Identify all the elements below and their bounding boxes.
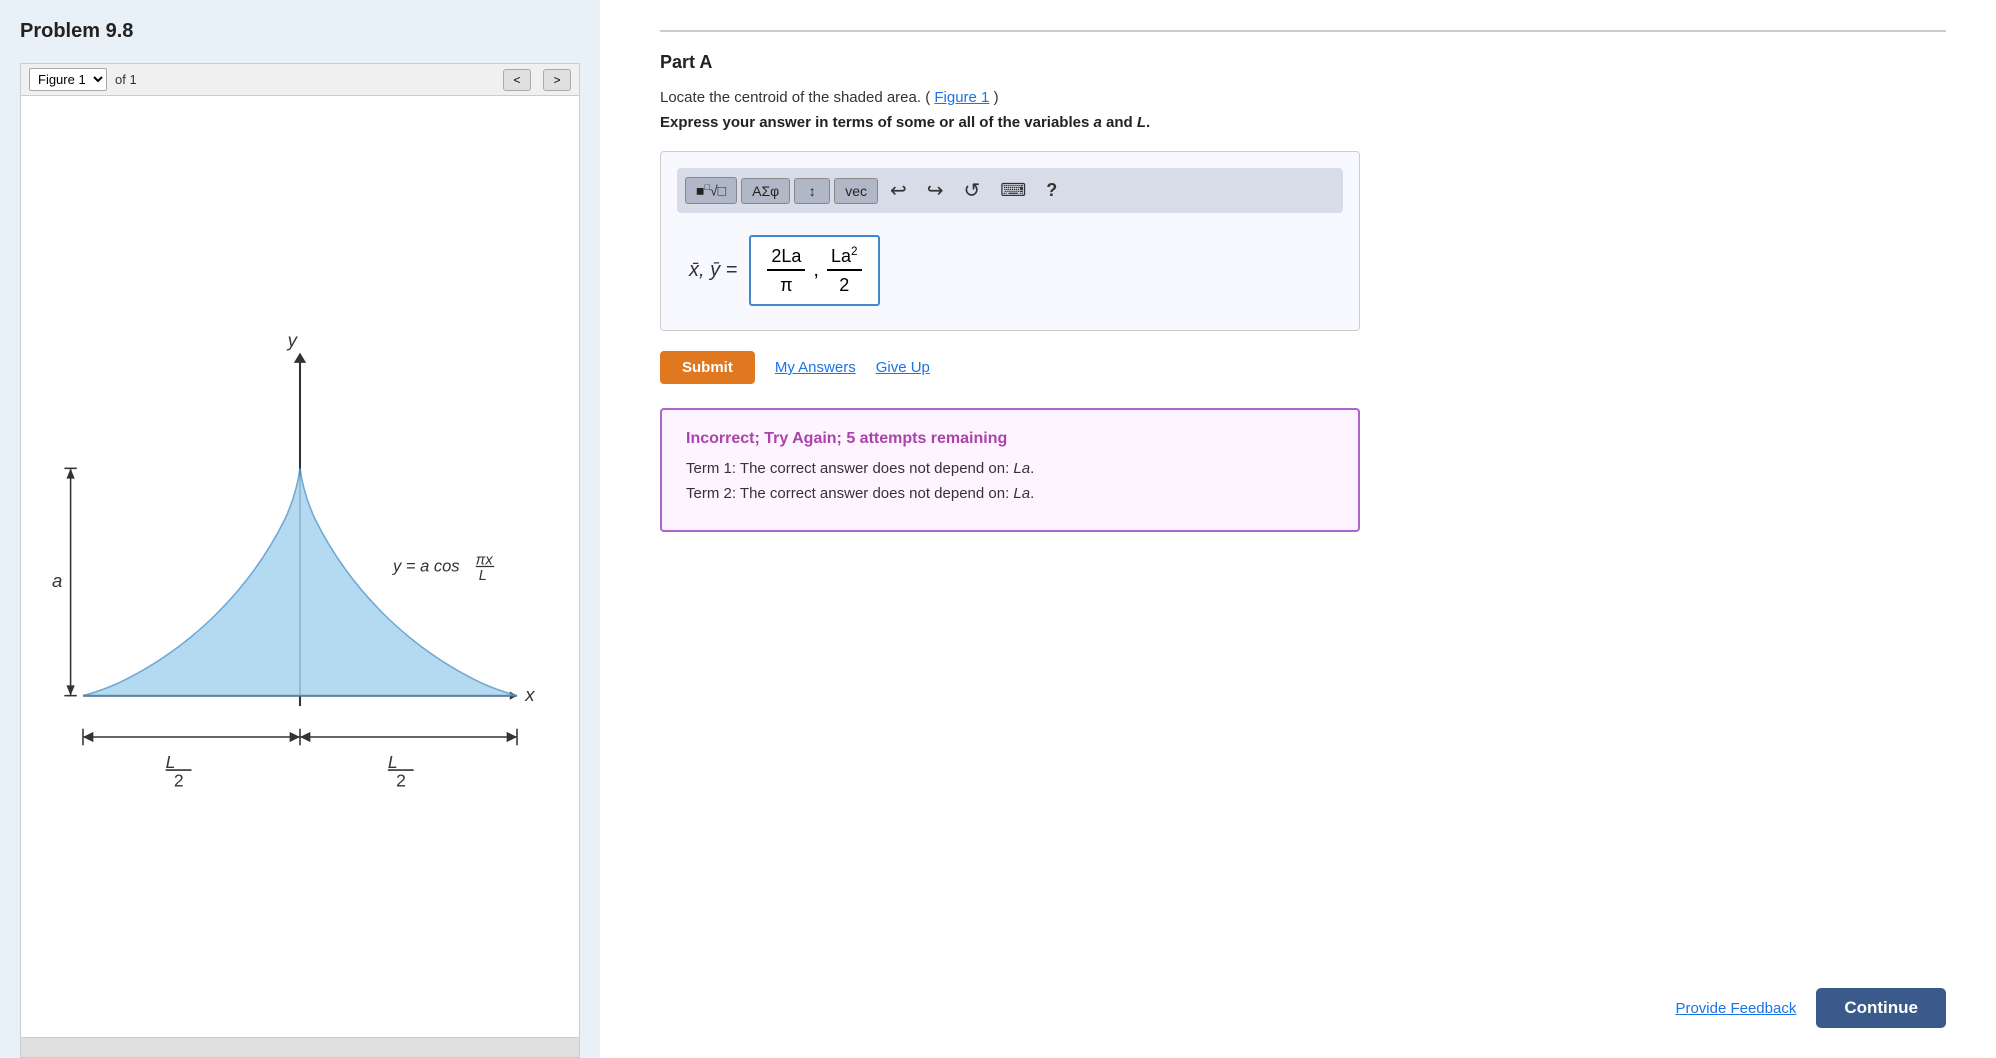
svg-text:L: L <box>479 568 487 584</box>
toolbar-keyboard-button[interactable]: ⌨ <box>992 176 1034 205</box>
submit-row: Submit My Answers Give Up <box>660 351 1946 384</box>
fraction-2-num: La2 <box>827 245 862 271</box>
math-entry[interactable]: x̄, ȳ = 2La π , La2 2 <box>677 227 1343 314</box>
toolbar-greek-button[interactable]: ΑΣφ <box>741 178 790 204</box>
fraction-1-den: π <box>776 273 796 296</box>
problem-text: Locate the centroid of the shaded area. … <box>660 89 1946 106</box>
figure-footer <box>20 1038 580 1058</box>
figure-next-button[interactable]: > <box>543 69 571 91</box>
svg-text:2: 2 <box>396 771 406 791</box>
figure-of-label: of 1 <box>115 72 137 87</box>
feedback-title: Incorrect; Try Again; 5 attempts remaini… <box>686 430 1334 448</box>
math-label: x̄, ȳ = <box>689 259 737 282</box>
fraction-1-num: 2La <box>767 246 805 271</box>
svg-text:y = a cos: y = a cos <box>392 557 460 576</box>
toolbar-arrows-button[interactable]: ↕ <box>794 178 830 204</box>
toolbar-sqrt-button[interactable]: ■□√□ <box>685 177 737 204</box>
part-header: Part A <box>660 30 1946 73</box>
toolbar-undo-button[interactable]: ↩ <box>882 174 915 207</box>
figure-controls: Figure 1 of 1 < > <box>20 63 580 95</box>
svg-text:y: y <box>286 329 299 350</box>
math-input-area: ■□√□ ΑΣφ ↕ vec ↩ ↪ ↺ ⌨ ? x̄, ȳ = 2La π , <box>660 151 1360 331</box>
feedback-term1: Term 1: The correct answer does not depe… <box>686 460 1334 477</box>
figure-canvas: x y a L 2 <box>20 95 580 1038</box>
my-answers-button[interactable]: My Answers <box>775 359 856 376</box>
svg-text:L: L <box>388 752 398 772</box>
provide-feedback-button[interactable]: Provide Feedback <box>1675 1000 1796 1017</box>
give-up-button[interactable]: Give Up <box>876 359 930 376</box>
problem-title: Problem 9.8 <box>20 20 580 43</box>
svg-text:L: L <box>166 752 176 772</box>
toolbar-help-button[interactable]: ? <box>1038 176 1065 205</box>
toolbar-redo-button[interactable]: ↪ <box>919 174 952 207</box>
left-panel: Problem 9.8 Figure 1 of 1 < > x y <box>0 0 600 1058</box>
toolbar-refresh-button[interactable]: ↺ <box>956 174 989 207</box>
feedback-box: Incorrect; Try Again; 5 attempts remaini… <box>660 408 1360 532</box>
continue-button[interactable]: Continue <box>1816 988 1946 1028</box>
math-toolbar: ■□√□ ΑΣφ ↕ vec ↩ ↪ ↺ ⌨ ? <box>677 168 1343 213</box>
fraction-2-den: 2 <box>835 273 853 296</box>
fraction-1: 2La π <box>767 246 805 296</box>
submit-button[interactable]: Submit <box>660 351 755 384</box>
problem-instruction: Express your answer in terms of some or … <box>660 114 1946 131</box>
figure-select[interactable]: Figure 1 <box>29 68 107 91</box>
right-panel: Part A Locate the centroid of the shaded… <box>600 0 1996 1058</box>
math-box[interactable]: 2La π , La2 2 <box>749 235 879 306</box>
fraction-2: La2 2 <box>827 245 862 296</box>
figure-link[interactable]: Figure 1 <box>934 89 989 106</box>
svg-text:x: x <box>524 684 535 705</box>
feedback-term2: Term 2: The correct answer does not depe… <box>686 485 1334 502</box>
svg-text:a: a <box>52 570 62 591</box>
svg-text:2: 2 <box>174 771 184 791</box>
figure-prev-button[interactable]: < <box>503 69 531 91</box>
toolbar-vec-button[interactable]: vec <box>834 178 878 204</box>
bottom-row: Provide Feedback Continue <box>660 968 1946 1028</box>
